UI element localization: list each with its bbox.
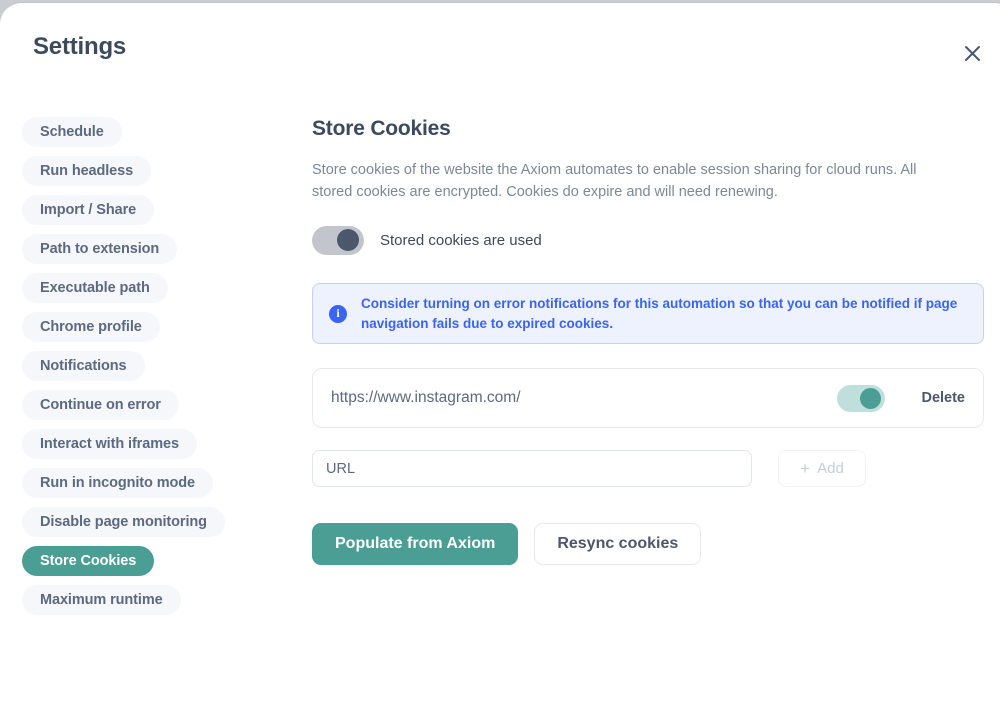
sidebar-item-import-share[interactable]: Import / Share bbox=[22, 195, 155, 225]
stored-cookies-toggle[interactable] bbox=[312, 225, 364, 255]
stored-cookies-toggle-label: Stored cookies are used bbox=[380, 231, 542, 249]
populate-from-axiom-button[interactable]: Populate from Axiom bbox=[312, 523, 519, 566]
resync-cookies-button[interactable]: Resync cookies bbox=[534, 523, 702, 566]
delete-cookie-button[interactable]: Delete bbox=[921, 390, 965, 406]
settings-modal: Settings Schedule Run headless Import / Sh… bbox=[0, 2, 1000, 702]
url-input[interactable] bbox=[312, 450, 752, 488]
sidebar-item-store-cookies[interactable]: Store Cookies bbox=[22, 546, 155, 576]
add-cookie-row: + Add bbox=[312, 450, 1000, 488]
add-button[interactable]: + Add bbox=[778, 450, 866, 488]
sidebar-item-chrome-profile[interactable]: Chrome profile bbox=[22, 312, 160, 342]
toggle-knob bbox=[337, 229, 359, 252]
close-icon-glyph bbox=[964, 45, 980, 61]
sidebar-item-run-headless[interactable]: Run headless bbox=[22, 156, 152, 186]
cookie-row: https://www.instagram.com/Delete bbox=[312, 368, 984, 429]
action-buttons: Populate from Axiom Resync cookies bbox=[312, 523, 1000, 566]
cookie-enabled-toggle[interactable] bbox=[837, 384, 886, 412]
sidebar-item-schedule[interactable]: Schedule bbox=[22, 117, 122, 147]
modal-header: Settings bbox=[0, 3, 1000, 93]
sidebar-item-executable-path[interactable]: Executable path bbox=[22, 273, 168, 303]
info-banner: i Consider turning on error notification… bbox=[312, 282, 984, 345]
sidebar-item-continue-on-error[interactable]: Continue on error bbox=[22, 390, 179, 420]
sidebar-item-interact-with-iframes[interactable]: Interact with iframes bbox=[22, 429, 197, 459]
sidebar-item-run-in-incognito-mode[interactable]: Run in incognito mode bbox=[22, 468, 213, 498]
sidebar-item-disable-page-monitoring[interactable]: Disable page monitoring bbox=[22, 507, 225, 537]
section-title: Store Cookies bbox=[312, 117, 451, 140]
close-icon[interactable] bbox=[956, 37, 988, 69]
cookie-list: https://www.instagram.com/Delete bbox=[312, 368, 1000, 429]
page-title: Settings bbox=[33, 33, 127, 60]
cookie-url: https://www.instagram.com/ bbox=[331, 389, 521, 407]
settings-main-panel: Store Cookies Store cookies of the websi… bbox=[312, 117, 1000, 566]
toggle-knob bbox=[860, 387, 882, 409]
stored-cookies-toggle-row: Stored cookies are used bbox=[312, 225, 1000, 255]
sidebar-item-path-to-extension[interactable]: Path to extension bbox=[22, 234, 178, 264]
info-icon: i bbox=[329, 304, 347, 323]
sidebar-item-notifications[interactable]: Notifications bbox=[22, 351, 145, 381]
info-banner-text: Consider turning on error notifications … bbox=[361, 295, 958, 331]
plus-icon: + bbox=[800, 459, 811, 479]
sidebar-item-maximum-runtime[interactable]: Maximum runtime bbox=[22, 585, 181, 615]
settings-sidebar: Schedule Run headless Import / Share Path t… bbox=[22, 117, 292, 624]
section-description: Store cookies of the website the Axiom a… bbox=[312, 162, 917, 201]
add-button-label: Add bbox=[817, 460, 844, 478]
